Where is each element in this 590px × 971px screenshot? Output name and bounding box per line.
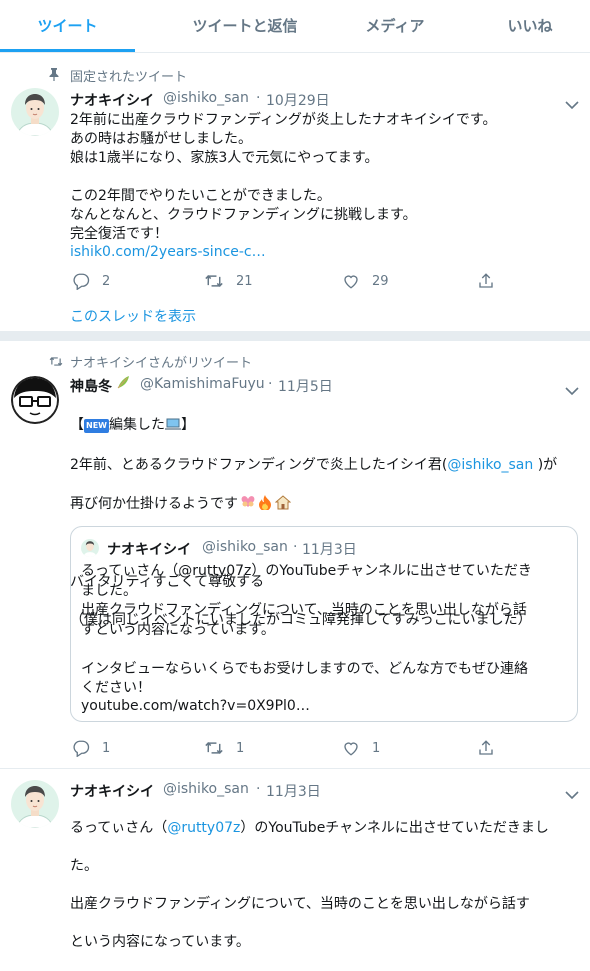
separator-dot: · <box>256 781 261 797</box>
tweet-link[interactable]: ishik0.com/2years-since-c… <box>70 244 266 260</box>
quoted-tweet[interactable]: ナオキイシイ @ishiko_san · 11月3日 るってぃさん（@rutty… <box>70 526 578 722</box>
mention-link[interactable]: @ishiko_san <box>447 457 533 473</box>
reply-icon <box>73 273 90 290</box>
text-line: 再び何か仕掛けるようです <box>70 494 585 516</box>
heart-icon <box>344 742 358 756</box>
avatar[interactable] <box>11 780 59 828</box>
retweet-count: 21 <box>236 273 253 289</box>
like-count: 1 <box>372 740 381 756</box>
text-line: た。 <box>70 858 98 874</box>
reply-button[interactable]: 2 <box>72 272 110 290</box>
text-line: 【NEW 編集した】 <box>70 416 585 437</box>
text-fragment: 2年前、とあるクラウドファンディングで炎上したイシイ君( <box>70 457 448 473</box>
share-icon <box>479 273 493 288</box>
avatar[interactable] <box>81 539 99 557</box>
username[interactable]: @ishiko_san <box>202 539 288 555</box>
tweet-date[interactable]: 11月3日 <box>266 781 321 801</box>
quoted-text: るってぃさん（@rutty07z）のYouTubeチャンネルに出させていただき … <box>81 563 532 696</box>
display-name[interactable]: ナオキイシイ <box>70 781 154 801</box>
text-fragment: 再び何か仕掛けるようです <box>70 496 238 512</box>
tweet-divider <box>0 768 590 769</box>
chevron-down-icon[interactable] <box>565 785 579 800</box>
share-button[interactable] <box>477 272 495 290</box>
tweet-text: るってぃさん（@rutty07z）のYouTubeチャンネルに出させていただきま… <box>70 800 585 971</box>
text-fragment: 編集した <box>108 417 165 433</box>
thread-divider <box>0 331 590 341</box>
text-fragment: 】 <box>180 417 195 433</box>
couple-emoji-icon <box>240 495 256 516</box>
tweet-text: 2年前に出産クラウドファンディングが炎上したナオキイシイです。 あの時はお騒がせ… <box>70 112 497 242</box>
tweet-date[interactable]: 11月3日 <box>302 539 357 559</box>
reply-button[interactable]: 1 <box>72 739 110 757</box>
tab-likes[interactable]: いいね <box>470 0 590 52</box>
username[interactable]: @KamishimaFuyu <box>140 376 265 392</box>
chevron-down-icon[interactable] <box>565 381 579 396</box>
retweet-context-icon <box>48 353 64 372</box>
show-thread-link[interactable]: このスレッドを表示 <box>70 306 196 326</box>
retweet-button[interactable]: 1 <box>204 739 244 757</box>
reply-count: 2 <box>102 273 111 289</box>
pin-icon <box>49 66 59 85</box>
profile-tabs: ツイート ツイートと返信 メディア いいね <box>0 0 590 53</box>
display-name[interactable]: 神島冬 <box>70 376 112 396</box>
text-line: 出産クラウドファンディングについて、当時のことを思い出しながら話す <box>70 896 530 912</box>
house-emoji-icon <box>274 495 292 516</box>
display-name[interactable]: ナオキイシイ <box>107 539 191 559</box>
tab-media[interactable]: メディア <box>320 0 470 52</box>
separator-dot: · <box>256 90 261 106</box>
tweet-date[interactable]: 10月29日 <box>266 90 330 110</box>
tab-tweets[interactable]: ツイート <box>0 0 135 52</box>
heart-icon <box>344 275 358 289</box>
mention-link[interactable]: @rutty07z <box>167 820 240 836</box>
text-line: という内容になっています。 <box>70 934 250 950</box>
text-fragment: 【 <box>70 417 84 433</box>
share-button[interactable] <box>477 739 495 757</box>
leaf-emoji-icon <box>115 374 131 394</box>
like-button[interactable]: 1 <box>342 739 380 757</box>
reply-count: 1 <box>102 740 111 756</box>
retweet-button[interactable]: 21 <box>204 272 253 290</box>
username[interactable]: @ishiko_san <box>163 781 249 797</box>
retweet-count: 1 <box>236 740 245 756</box>
text-line: るってぃさん（@rutty07z）のYouTubeチャンネルに出させていただきま… <box>70 819 585 838</box>
text-line: 2年前、とあるクラウドファンディングで炎上したイシイ君(@ishiko_san … <box>70 456 585 475</box>
retweet-icon <box>205 275 223 287</box>
retweet-icon <box>205 742 223 754</box>
new-badge-icon: NEW <box>84 419 109 433</box>
avatar[interactable] <box>11 88 59 136</box>
retweet-context-label: ナオキイシイさんがリツイート <box>70 356 253 371</box>
active-tab-indicator <box>0 49 135 52</box>
pinned-label: 固定されたツイート <box>70 70 188 85</box>
tweet-date[interactable]: 11月5日 <box>278 376 333 396</box>
text-fragment: るってぃさん（ <box>70 820 168 836</box>
laptop-emoji-icon <box>164 418 181 437</box>
like-button[interactable]: 29 <box>342 272 389 290</box>
fire-emoji-icon <box>258 494 272 516</box>
reply-icon <box>73 740 90 757</box>
avatar[interactable] <box>11 376 59 424</box>
text-fragment: )が <box>533 457 558 473</box>
quoted-link[interactable]: youtube.com/watch?v=0X9Pl0… <box>81 698 310 714</box>
like-count: 29 <box>372 273 389 289</box>
text-fragment: ）のYouTubeチャンネルに出させていただきまし <box>240 820 549 836</box>
chevron-down-icon[interactable] <box>565 95 579 110</box>
share-icon <box>479 740 493 755</box>
display-name[interactable]: ナオキイシイ <box>70 90 154 110</box>
username[interactable]: @ishiko_san <box>163 90 249 106</box>
separator-dot: · <box>268 376 273 392</box>
separator-dot: · <box>293 539 298 555</box>
